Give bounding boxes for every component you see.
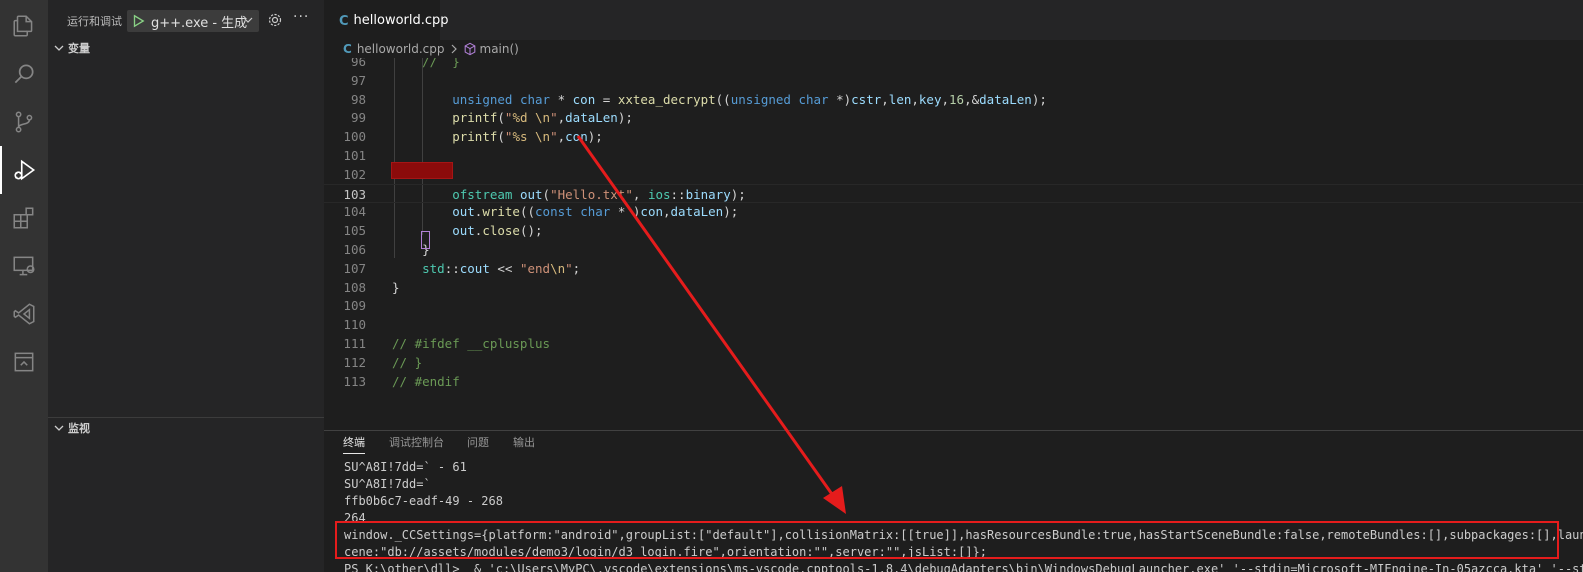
remote-explorer-icon[interactable] [0,242,48,290]
code-line[interactable]: 112 // } [324,353,1583,372]
debug-sidebar: 运行和调试 g++.exe - 生成 ··· 变量 监视 [48,0,324,572]
gear-icon[interactable] [267,12,283,28]
line-number: 105 [343,223,366,239]
bracket-match [421,231,430,249]
line-number: 98 [350,91,366,107]
line-number: 113 [343,373,366,389]
launch-config-select[interactable]: g++.exe - 生成 [127,10,259,32]
more-actions-icon[interactable]: ··· [293,9,309,25]
method-icon [464,42,475,56]
code-line[interactable]: 104 out.write((const char * )con,dataLen… [324,202,1583,221]
code-text: printf("%s \n",con); [452,129,603,145]
cpp-file-icon: C [339,13,349,29]
terminal-line: SU^A8I!7dd=` [344,477,431,491]
tab-debug-console[interactable]: 调试控制台 [389,434,444,450]
code-line[interactable]: 107 std::cout << "end\n"; [324,259,1583,278]
code-line[interactable]: 103 ofstream out("Hello.txt", ios::binar… [324,183,1583,203]
code-line[interactable]: 110 [324,315,1583,334]
tab-output[interactable]: 输出 [513,434,535,450]
code-line[interactable]: 99 printf("%d \n",dataLen); [324,108,1583,127]
code-line[interactable]: 108} [324,278,1583,297]
code-line[interactable]: 97 [324,71,1583,90]
line-number: 101 [343,148,366,163]
code-text: // #endif [392,373,460,389]
variables-section-header[interactable]: 变量 [48,38,324,58]
breadcrumb-symbol[interactable]: main() [480,42,519,56]
cpp-file-icon: C [343,42,352,56]
run-debug-icon[interactable] [0,146,48,194]
code-text: ofstream out("Hello.txt", ios::binary); [452,186,746,202]
line-number: 108 [343,279,366,295]
line-number: 99 [350,110,366,126]
code-line[interactable]: 96 // } [324,58,1583,71]
line-number: 102 [343,166,366,182]
line-number: 111 [343,336,366,351]
line-number: 104 [343,204,366,220]
code-text: // } [392,354,423,370]
watch-section-title: 监视 [68,421,90,435]
variables-section-title: 变量 [68,42,90,55]
code-text: unsigned char * con = xxtea_decrypt((uns… [452,91,1047,107]
terminal-line: PS K:\other\dll> & 'c:\Users\MyPC\.vscod… [344,562,1583,572]
line-number: 106 [343,242,366,257]
code-line[interactable]: 100 printf("%s \n",con); [324,127,1583,146]
panel-icon[interactable] [0,338,48,386]
chevron-right-icon [451,44,457,54]
tab-problems[interactable]: 问题 [467,434,489,450]
code-line[interactable]: 106 } [324,240,1583,259]
start-debug-icon[interactable] [131,14,145,28]
explorer-icon[interactable] [0,2,48,50]
panel-tabs: 终端 调试控制台 问题 输出 [324,431,1583,454]
launch-config-label: g++.exe - 生成 [151,15,248,31]
code-line[interactable]: 98 unsigned char * con = xxtea_decrypt((… [324,90,1583,109]
code-text: out.close(); [452,223,543,239]
breadcrumb: C helloworld.cpp main() [324,40,1583,58]
code-line[interactable]: 101 [324,146,1583,165]
code-line[interactable]: 113 // #endif [324,372,1583,391]
terminal-line: ffb0b6c7-eadf-49 - 268 [344,494,503,508]
code-editor[interactable]: 96 // } 97 98 unsigned char * con = xxtea… [324,58,1583,430]
activity-bar [0,0,48,572]
code-text: } [392,279,400,295]
code-line[interactable]: 111 // #ifdef __cplusplus [324,334,1583,353]
chevron-down-icon [243,17,253,23]
chevron-down-icon [54,425,64,431]
chevron-down-icon [54,45,64,51]
watch-section-header[interactable]: 监视 [48,417,324,437]
code-line[interactable]: 105 out.close(); [324,221,1583,240]
code-line[interactable]: 102 [324,165,1583,184]
editor-area: C helloworld.cpp C helloworld.cpp main()… [324,0,1583,572]
line-number: 103 [343,186,366,202]
search-icon[interactable] [0,50,48,98]
line-number: 100 [343,129,366,145]
code-text: printf("%d \n",dataLen); [452,110,633,126]
tab-label: helloworld.cpp [353,13,449,28]
breadcrumb-file[interactable]: helloworld.cpp [357,42,445,56]
line-number: 109 [343,298,366,314]
code-text: std::cout << "end\n"; [422,260,581,276]
terminal-line: SU^A8I!7dd=` - 61 [344,460,467,474]
code-line[interactable]: 109 [324,296,1583,315]
code-text: // } [422,58,460,69]
line-number: 107 [343,260,366,276]
code-text: out.write((const char * )con,dataLen); [452,204,739,220]
line-number: 96 [350,58,366,69]
annotation-highlight-box [335,521,1559,559]
code-text: // #ifdef __cplusplus [392,336,551,351]
line-number: 110 [343,317,366,333]
source-control-icon[interactable] [0,98,48,146]
line-number: 97 [350,72,366,88]
tab-bar: C helloworld.cpp [324,0,1583,40]
line-number: 112 [343,354,366,370]
visual-studio-icon[interactable] [0,290,48,338]
sidebar-title: 运行和调试 [67,15,122,28]
tab-helloworld-cpp[interactable]: C helloworld.cpp [324,0,449,40]
extensions-icon[interactable] [0,194,48,242]
tab-terminal[interactable]: 终端 [343,434,365,454]
